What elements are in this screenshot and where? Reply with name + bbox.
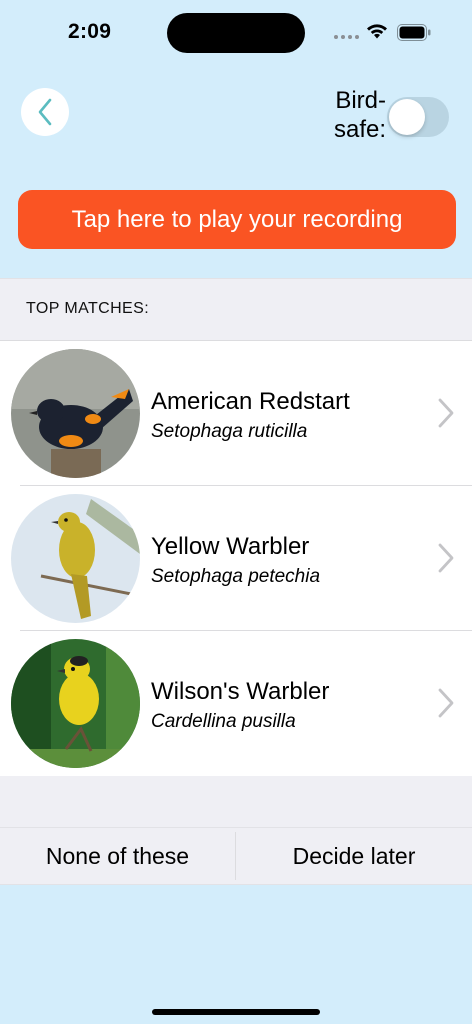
common-name: American Redstart (151, 388, 350, 415)
top-matches-header: TOP MATCHES: (0, 278, 472, 341)
toggle-knob (389, 99, 425, 135)
section-spacer (0, 776, 472, 827)
common-name: Wilson's Warbler (151, 678, 330, 705)
scientific-name: Cardellina pusilla (151, 711, 296, 732)
battery-icon (397, 24, 431, 41)
decide-later-button[interactable]: Decide later (236, 828, 472, 884)
list-item-wilsons-warbler[interactable]: Wilson's Warbler Cardellina pusilla (0, 631, 472, 776)
status-time: 2:09 (68, 20, 112, 43)
back-button[interactable] (21, 88, 69, 136)
chevron-right-icon (438, 688, 454, 718)
chevron-right-icon (438, 398, 454, 428)
matches-list: American Redstart Setophaga ruticilla Ye… (0, 340, 472, 777)
birdsafe-label-line1: Bird- (335, 87, 386, 114)
none-of-these-button[interactable]: None of these (0, 828, 235, 884)
scientific-name: Setophaga ruticilla (151, 421, 308, 442)
scientific-name: Setophaga petechia (151, 566, 321, 587)
home-indicator[interactable] (152, 1009, 320, 1015)
top-matches-title: TOP MATCHES: (26, 300, 150, 317)
wifi-icon (367, 24, 387, 39)
common-name: Yellow Warbler (151, 533, 310, 560)
list-item-yellow-warbler[interactable]: Yellow Warbler Setophaga petechia (0, 486, 472, 631)
bird-photo (11, 494, 140, 623)
signal-icon (334, 35, 359, 39)
list-item-american-redstart[interactable]: American Redstart Setophaga ruticilla (0, 341, 472, 486)
bird-photo (11, 349, 140, 478)
play-recording-button[interactable]: Tap here to play your recording (18, 190, 456, 249)
birdsafe-label-line2: safe: (333, 116, 386, 143)
chevron-right-icon (438, 543, 454, 573)
action-bar: None of these Decide later (0, 827, 472, 885)
status-bar: 2:09 (0, 0, 472, 64)
birdsafe-toggle[interactable] (387, 97, 449, 137)
dynamic-island (167, 13, 305, 53)
bird-photo (11, 639, 140, 768)
birdsafe-label: Bird- safe: (322, 86, 386, 144)
back-chevron-icon (38, 98, 52, 126)
